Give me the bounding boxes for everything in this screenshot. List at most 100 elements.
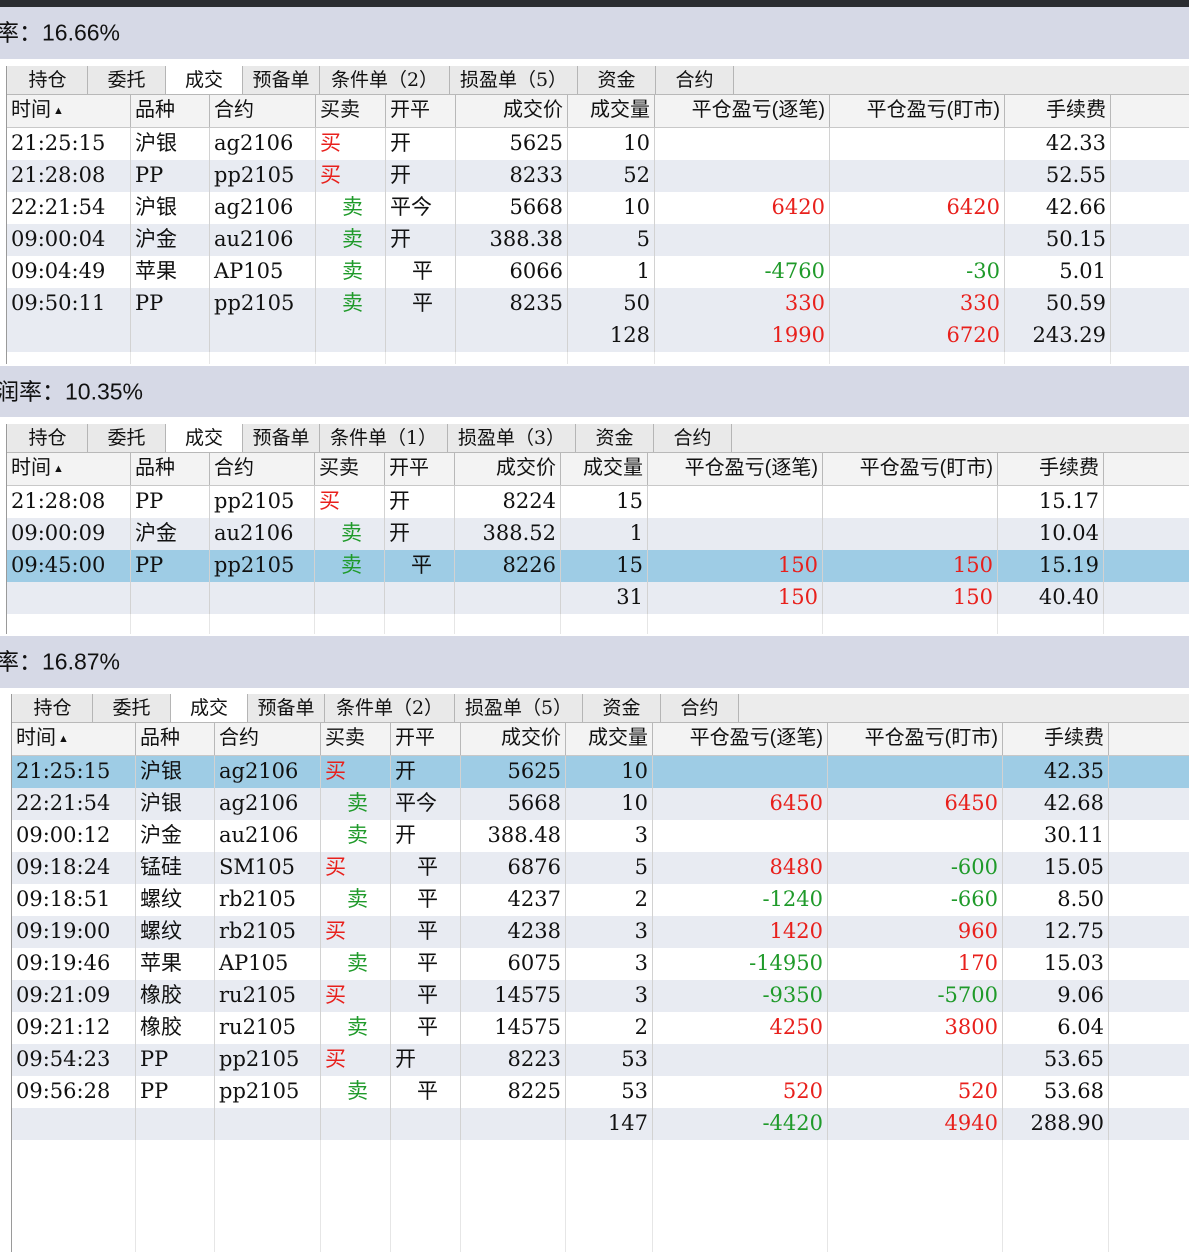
column-header-qty[interactable]: 成交量: [568, 95, 655, 127]
tab-0[interactable]: 持仓: [13, 694, 93, 722]
column-header-fee[interactable]: 手续费: [1005, 95, 1111, 127]
cell-time: 09:54:23: [12, 1044, 136, 1076]
tab-2[interactable]: 成交: [166, 66, 243, 94]
table-row[interactable]: 09:00:04 沪金 au2106 卖开 388.38 5 50.15: [7, 224, 1189, 256]
empty-cell: [321, 1172, 391, 1204]
table-row[interactable]: 09:56:28 PP pp2105 卖平 8225 53 520 520 53.68: [12, 1076, 1189, 1108]
column-header-qty[interactable]: 成交量: [566, 723, 653, 755]
tab-5[interactable]: 损盈单（3）: [448, 424, 576, 452]
column-header-pnl-trade[interactable]: 平仓盈亏(逐笔): [653, 723, 828, 755]
table-row[interactable]: 09:50:11 PP pp2105 卖平 8235 50 330 330 50.59: [7, 288, 1189, 320]
column-header-fee[interactable]: 手续费: [1003, 723, 1109, 755]
column-header-product[interactable]: 品种: [131, 453, 210, 485]
table-row[interactable]: 09:04:49 苹果 AP105 卖平 6066 1 -4760 -30 5.01: [7, 256, 1189, 288]
column-header-pnl-mark[interactable]: 平仓盈亏(盯市): [823, 453, 998, 485]
table-row[interactable]: 09:21:12 橡胶 ru2105 卖平 14575 2 4250 3800 6.04: [12, 1012, 1189, 1044]
tab-4[interactable]: 条件单（2）: [320, 66, 450, 94]
table-row[interactable]: 22:21:54 沪银 ag2106 卖平今 5668 10 6450 6450 42.68: [12, 788, 1189, 820]
column-header-product[interactable]: 品种: [131, 95, 210, 127]
cell-product: 沪金: [131, 518, 210, 550]
table-row[interactable]: 21:28:08 PP pp2105 买开 8224 15 15.17: [7, 486, 1189, 518]
cell-qty: 50: [568, 288, 655, 320]
tab-6[interactable]: 资金: [576, 424, 654, 452]
table-row[interactable]: 21:28:08 PP pp2105 买开 8233 52 52.55: [7, 160, 1189, 192]
cell-product: PP: [136, 1044, 215, 1076]
table-row[interactable]: 09:21:09 橡胶 ru2105 买平 14575 3 -9350 -5700 9.06: [12, 980, 1189, 1012]
tab-7[interactable]: 合约: [656, 66, 734, 94]
column-header-fee[interactable]: 手续费: [998, 453, 1104, 485]
table-row[interactable]: 09:19:46 苹果 AP105 卖平 6075 3 -14950 170 15.03: [12, 948, 1189, 980]
column-header-contract[interactable]: 合约: [210, 453, 315, 485]
column-header-price[interactable]: 成交价: [455, 453, 561, 485]
table-row[interactable]: 09:18:24 锰硅 SM105 买平 6876 5 8480 -600 15.05: [12, 852, 1189, 884]
table-row[interactable]: 09:19:00 螺纹 rb2105 买平 4238 3 1420 960 12.75: [12, 916, 1189, 948]
column-header-side[interactable]: 买卖: [315, 453, 385, 485]
column-header-label: 合约: [214, 457, 254, 479]
column-header-price[interactable]: 成交价: [461, 723, 566, 755]
column-header-price[interactable]: 成交价: [456, 95, 568, 127]
column-header-time[interactable]: 时间 ▲: [7, 453, 131, 485]
column-header-qty[interactable]: 成交量: [561, 453, 648, 485]
cell-pnl-mark: -660: [828, 884, 1003, 916]
cell-fee: 15.17: [998, 486, 1104, 518]
cell-price: 6075: [461, 948, 566, 980]
cell-price: 8226: [455, 550, 561, 582]
total-product: [131, 320, 210, 352]
tab-6[interactable]: 资金: [583, 694, 661, 722]
table-row[interactable]: 21:25:15 沪银 ag2106 买开 5625 10 42.35: [12, 756, 1189, 788]
tab-5[interactable]: 损盈单（5）: [455, 694, 583, 722]
column-header-pnl-trade[interactable]: 平仓盈亏(逐笔): [648, 453, 823, 485]
cell-qty: 10: [568, 192, 655, 224]
tab-0[interactable]: 持仓: [8, 424, 88, 452]
column-header-offset[interactable]: 开平: [385, 453, 455, 485]
tab-3[interactable]: 预备单: [243, 66, 320, 94]
empty-row: [12, 1172, 1189, 1204]
cell-qty: 15: [561, 550, 648, 582]
column-header-side[interactable]: 买卖: [321, 723, 391, 755]
tab-2[interactable]: 成交: [166, 424, 243, 452]
column-header-label: 成交量: [590, 99, 650, 121]
tab-2[interactable]: 成交: [171, 694, 248, 722]
tab-1[interactable]: 委托: [88, 66, 166, 94]
empty-cell: [1003, 1172, 1109, 1204]
column-header-offset[interactable]: 开平: [386, 95, 456, 127]
table-row[interactable]: 21:25:15 沪银 ag2106 买开 5625 10 42.33: [7, 128, 1189, 160]
table-row[interactable]: 09:45:00 PP pp2105 卖平 8226 15 150 150 15.19: [7, 550, 1189, 582]
tab-7[interactable]: 合约: [661, 694, 739, 722]
tab-3[interactable]: 预备单: [248, 694, 325, 722]
column-header-pnl-trade[interactable]: 平仓盈亏(逐笔): [655, 95, 830, 127]
tab-1[interactable]: 委托: [93, 694, 171, 722]
column-header-pnl-mark[interactable]: 平仓盈亏(盯市): [830, 95, 1005, 127]
cell-price: 8235: [456, 288, 568, 320]
table-row[interactable]: 09:00:12 沪金 au2106 卖开 388.48 3 30.11: [12, 820, 1189, 852]
cell-product: 沪银: [136, 788, 215, 820]
tab-7[interactable]: 合约: [654, 424, 732, 452]
cell-pnl-mark: -5700: [828, 980, 1003, 1012]
tab-4[interactable]: 条件单（1）: [320, 424, 448, 452]
tab-0[interactable]: 持仓: [8, 66, 88, 94]
column-header-offset[interactable]: 开平: [391, 723, 461, 755]
column-header-product[interactable]: 品种: [136, 723, 215, 755]
tab-5[interactable]: 损盈单（5）: [450, 66, 578, 94]
column-header-label: 买卖: [319, 457, 359, 479]
column-header-contract[interactable]: 合约: [215, 723, 321, 755]
empty-cell: [561, 614, 648, 634]
tab-1[interactable]: 委托: [88, 424, 166, 452]
table-row[interactable]: 09:18:51 螺纹 rb2105 卖平 4237 2 -1240 -660 8.50: [12, 884, 1189, 916]
column-header-contract[interactable]: 合约: [210, 95, 316, 127]
column-header-pnl-mark[interactable]: 平仓盈亏(盯市): [828, 723, 1003, 755]
cell-product: 沪银: [131, 128, 210, 160]
table-row[interactable]: 22:21:54 沪银 ag2106 卖平今 5668 10 6420 6420 42.66: [7, 192, 1189, 224]
table-row[interactable]: 09:54:23 PP pp2105 买开 8223 53 53.65: [12, 1044, 1189, 1076]
total-price: [461, 1108, 566, 1140]
cell-fee: 6.04: [1003, 1012, 1109, 1044]
tab-3[interactable]: 预备单: [243, 424, 320, 452]
tab-6[interactable]: 资金: [578, 66, 656, 94]
column-header-time[interactable]: 时间 ▲: [12, 723, 136, 755]
tab-4[interactable]: 条件单（2）: [325, 694, 455, 722]
empty-cell: [566, 1236, 653, 1252]
column-header-side[interactable]: 买卖: [316, 95, 386, 127]
table-row[interactable]: 09:00:09 沪金 au2106 卖开 388.52 1 10.04: [7, 518, 1189, 550]
cell-fee: 53.65: [1003, 1044, 1109, 1076]
column-header-time[interactable]: 时间 ▲: [7, 95, 131, 127]
